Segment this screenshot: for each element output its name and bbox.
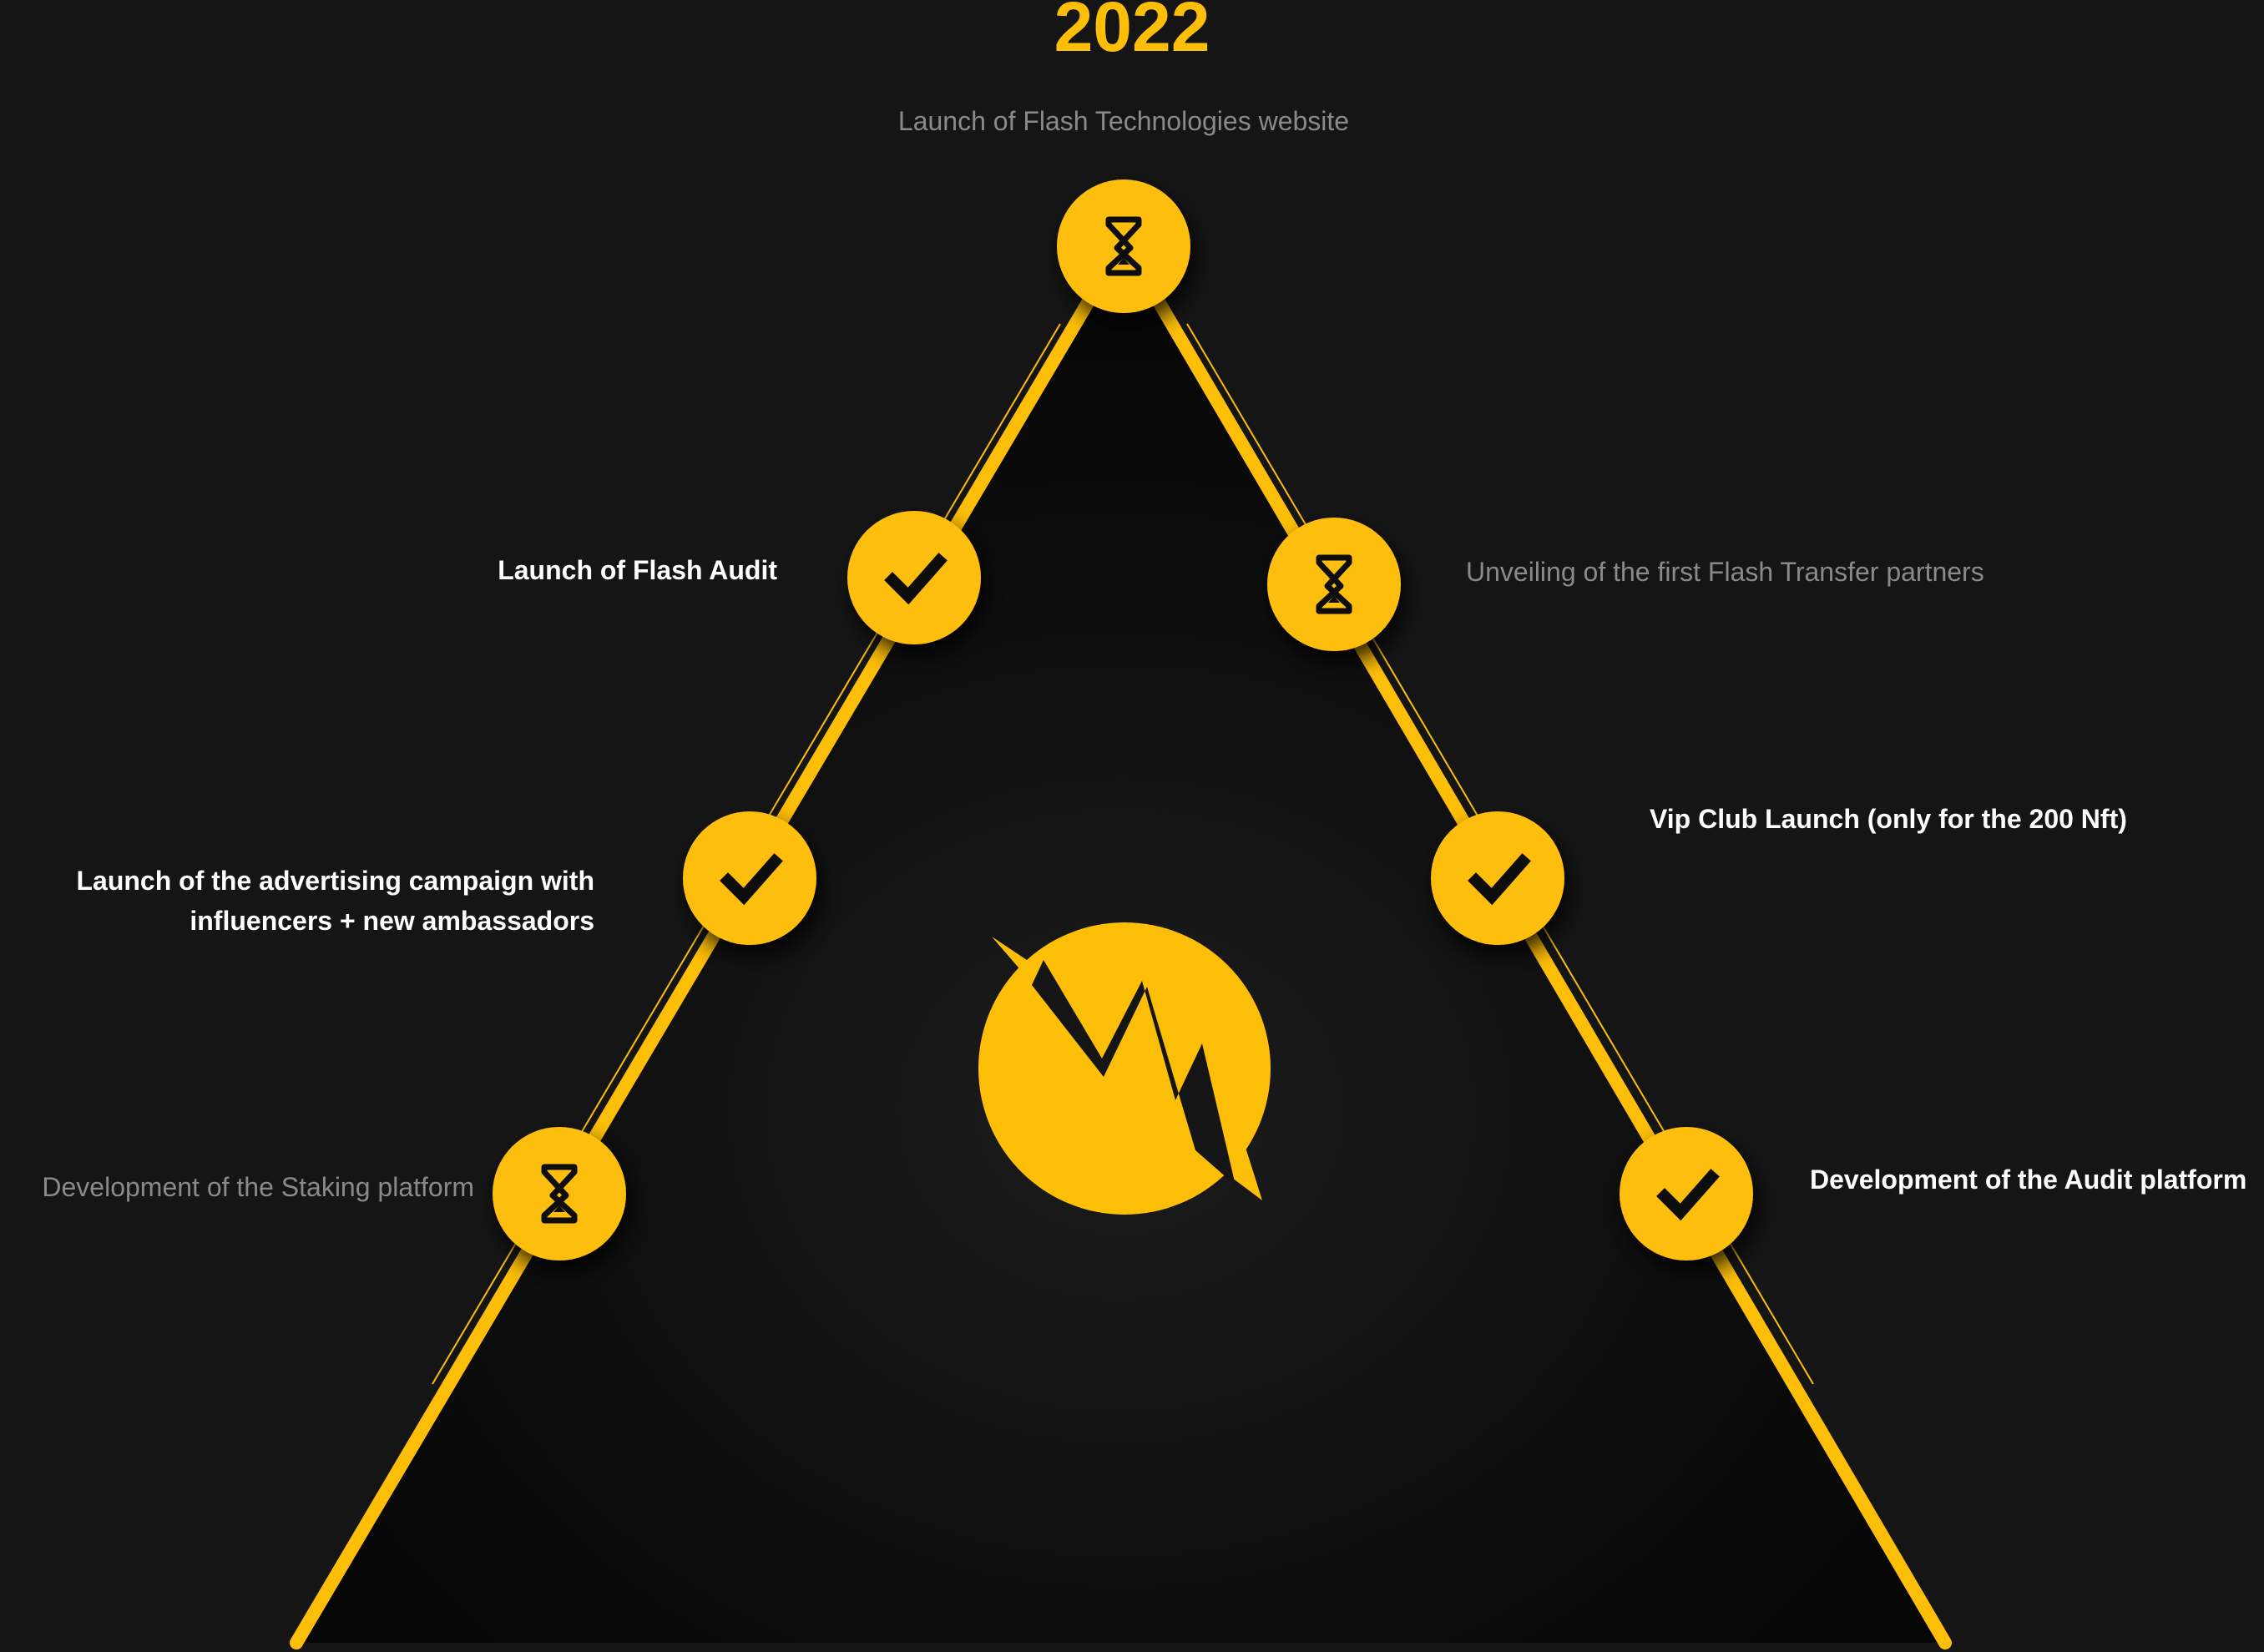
milestone-node-right-2: [1431, 811, 1564, 945]
milestone-node-left-3: [493, 1127, 626, 1260]
milestone-label-left-2-line-1: Launch of the advertising campaign with: [76, 866, 594, 896]
milestone-label-right-3: Development of the Audit platform: [1810, 1164, 2247, 1195]
milestone-node-right-3: [1620, 1127, 1753, 1260]
year-heading: 2022: [1054, 0, 1210, 66]
milestone-label-top: Launch of Flash Technologies website: [897, 106, 1350, 136]
milestone-label-left-1: Launch of Flash Audit: [498, 555, 777, 585]
milestone-label-right-1: Unveiling of the first Flash Transfer pa…: [1466, 557, 1984, 587]
milestone-label-left-2: Launch of the advertising campaign with …: [10, 861, 594, 941]
milestone-node-top: [1057, 179, 1190, 313]
milestone-label-left-3: Development of the Staking platform: [42, 1172, 474, 1202]
milestone-label-right-2: Vip Club Launch (only for the 200 Nft): [1650, 804, 2127, 834]
flash-logo-icon: [978, 922, 1271, 1215]
milestone-node-right-1: [1267, 518, 1401, 651]
milestone-node-left-1: [847, 511, 981, 644]
milestone-label-left-2-line-2: influencers + new ambassadors: [190, 906, 594, 936]
milestone-node-left-2: [683, 811, 816, 945]
